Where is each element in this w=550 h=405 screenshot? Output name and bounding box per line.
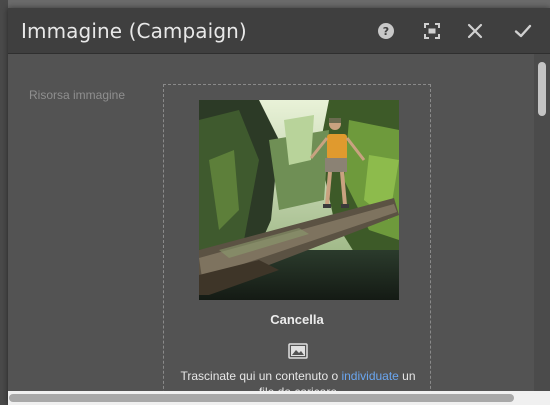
scrollbar-corner [534,391,550,405]
vertical-scrollbar[interactable] [534,54,550,394]
fullscreen-icon[interactable] [421,20,443,42]
help-icon[interactable]: ? [375,20,397,42]
thumbnail-image [199,100,399,300]
horizontal-scrollbar-thumb[interactable] [9,394,514,402]
image-dialog: Immagine (Campaign) ? Risorsa immagine C… [8,8,550,405]
image-thumbnail[interactable] [199,100,399,300]
dialog-content: Risorsa immagine Cancella Trascinate qui… [8,54,534,405]
close-icon[interactable] [464,20,486,42]
clear-button[interactable]: Cancella [164,312,430,327]
vertical-scrollbar-thumb[interactable] [538,62,546,116]
page-backdrop [0,0,8,405]
horizontal-scrollbar[interactable] [8,391,550,405]
dialog-title: Immagine (Campaign) [21,19,247,43]
confirm-icon[interactable] [512,20,534,42]
image-dropzone[interactable]: Cancella Trascinate qui un contenuto o i… [163,84,431,405]
browse-link[interactable]: individuate [341,369,398,383]
asset-image-icon [288,343,308,359]
field-label: Risorsa immagine [29,88,126,102]
dialog-header: Immagine (Campaign) ? [8,8,550,54]
svg-text:?: ? [383,25,389,38]
drop-text-before: Trascinate qui un contenuto o [180,369,342,383]
